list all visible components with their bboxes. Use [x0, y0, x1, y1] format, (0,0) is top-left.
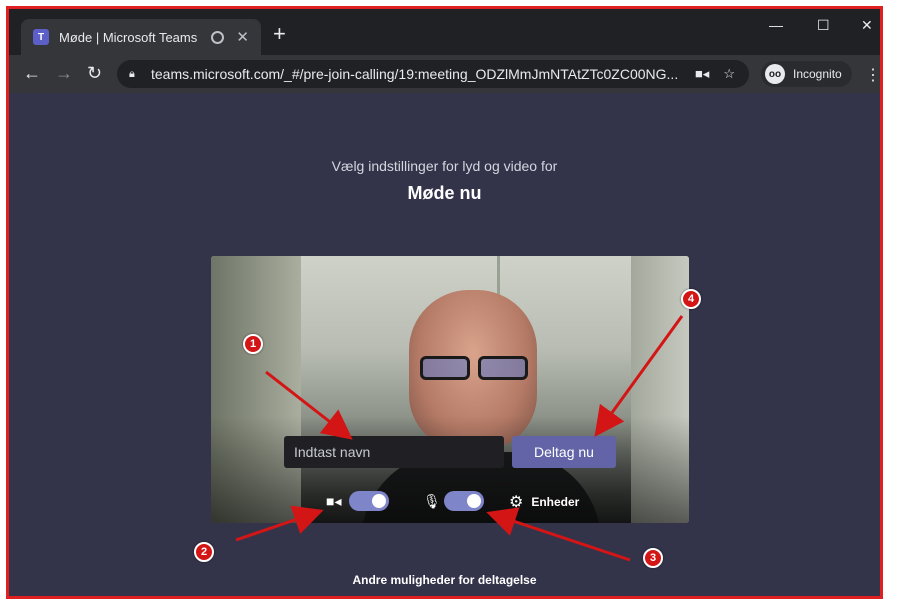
devices-label: Enheder: [531, 495, 580, 509]
media-controls: ■◂ 🎙︎ ⚙ Enheder: [211, 489, 689, 513]
screenshot-frame: T Møde | Microsoft Teams ✕ + — ☐ ✕ ← → ↻…: [6, 6, 883, 599]
camera-icon: ■◂: [326, 493, 342, 509]
video-preview: Deltag nu ■◂ 🎙︎ ⚙ Enheder: [211, 256, 689, 523]
camera-toggle[interactable]: [349, 491, 389, 511]
teams-favicon-icon: T: [33, 29, 49, 45]
name-input[interactable]: [284, 436, 504, 468]
microphone-toggle[interactable]: [444, 491, 484, 511]
devices-button[interactable]: ⚙ Enheder: [509, 492, 579, 512]
tab-close-icon[interactable]: ✕: [236, 28, 249, 46]
forward-icon[interactable]: →: [55, 63, 73, 83]
camera-indicator-icon[interactable]: ■◂: [695, 66, 709, 82]
address-url[interactable]: teams.microsoft.com/_#/pre-join-calling/…: [151, 66, 695, 82]
address-bar[interactable]: 🔒︎ teams.microsoft.com/_#/pre-join-calli…: [117, 60, 749, 88]
prejoin-screen: Vælg indstillinger for lyd og video for …: [9, 93, 880, 596]
annotation-callout-3: 3: [643, 548, 663, 568]
new-tab-button[interactable]: +: [273, 23, 286, 45]
annotation-callout-1: 1: [243, 334, 263, 354]
browser-menu-icon[interactable]: ⋮: [865, 65, 880, 85]
incognito-badge[interactable]: oo Incognito: [761, 61, 852, 87]
annotation-callout-2: 2: [194, 542, 214, 562]
incognito-label: Incognito: [793, 67, 842, 81]
person-glasses: [416, 356, 534, 382]
record-icon: [211, 30, 225, 44]
browser-tab-bar: T Møde | Microsoft Teams ✕ + — ☐ ✕: [9, 9, 880, 55]
reload-icon[interactable]: ↻: [87, 63, 102, 83]
browser-toolbar: ← → ↻ 🔒︎ teams.microsoft.com/_#/pre-join…: [9, 55, 880, 93]
browser-tab[interactable]: T Møde | Microsoft Teams ✕: [21, 19, 261, 55]
prejoin-subtitle: Vælg indstillinger for lyd og video for: [331, 158, 558, 174]
back-icon[interactable]: ←: [23, 63, 41, 83]
minimize-icon[interactable]: —: [769, 17, 783, 33]
window-close-icon[interactable]: ✕: [861, 17, 873, 34]
maximize-icon[interactable]: ☐: [817, 17, 830, 34]
lock-icon: 🔒︎: [129, 67, 135, 80]
join-now-button[interactable]: Deltag nu: [512, 436, 616, 468]
microphone-icon: 🎙︎: [423, 493, 441, 509]
incognito-icon: oo: [765, 64, 785, 84]
gear-icon: ⚙: [509, 494, 524, 511]
tab-title: Møde | Microsoft Teams: [59, 29, 198, 45]
other-join-options-link[interactable]: Andre muligheder for deltagelse: [9, 573, 880, 587]
annotation-callout-4: 4: [681, 289, 701, 309]
bookmark-star-icon[interactable]: ☆: [723, 66, 735, 82]
meeting-title: Møde nu: [407, 183, 482, 203]
